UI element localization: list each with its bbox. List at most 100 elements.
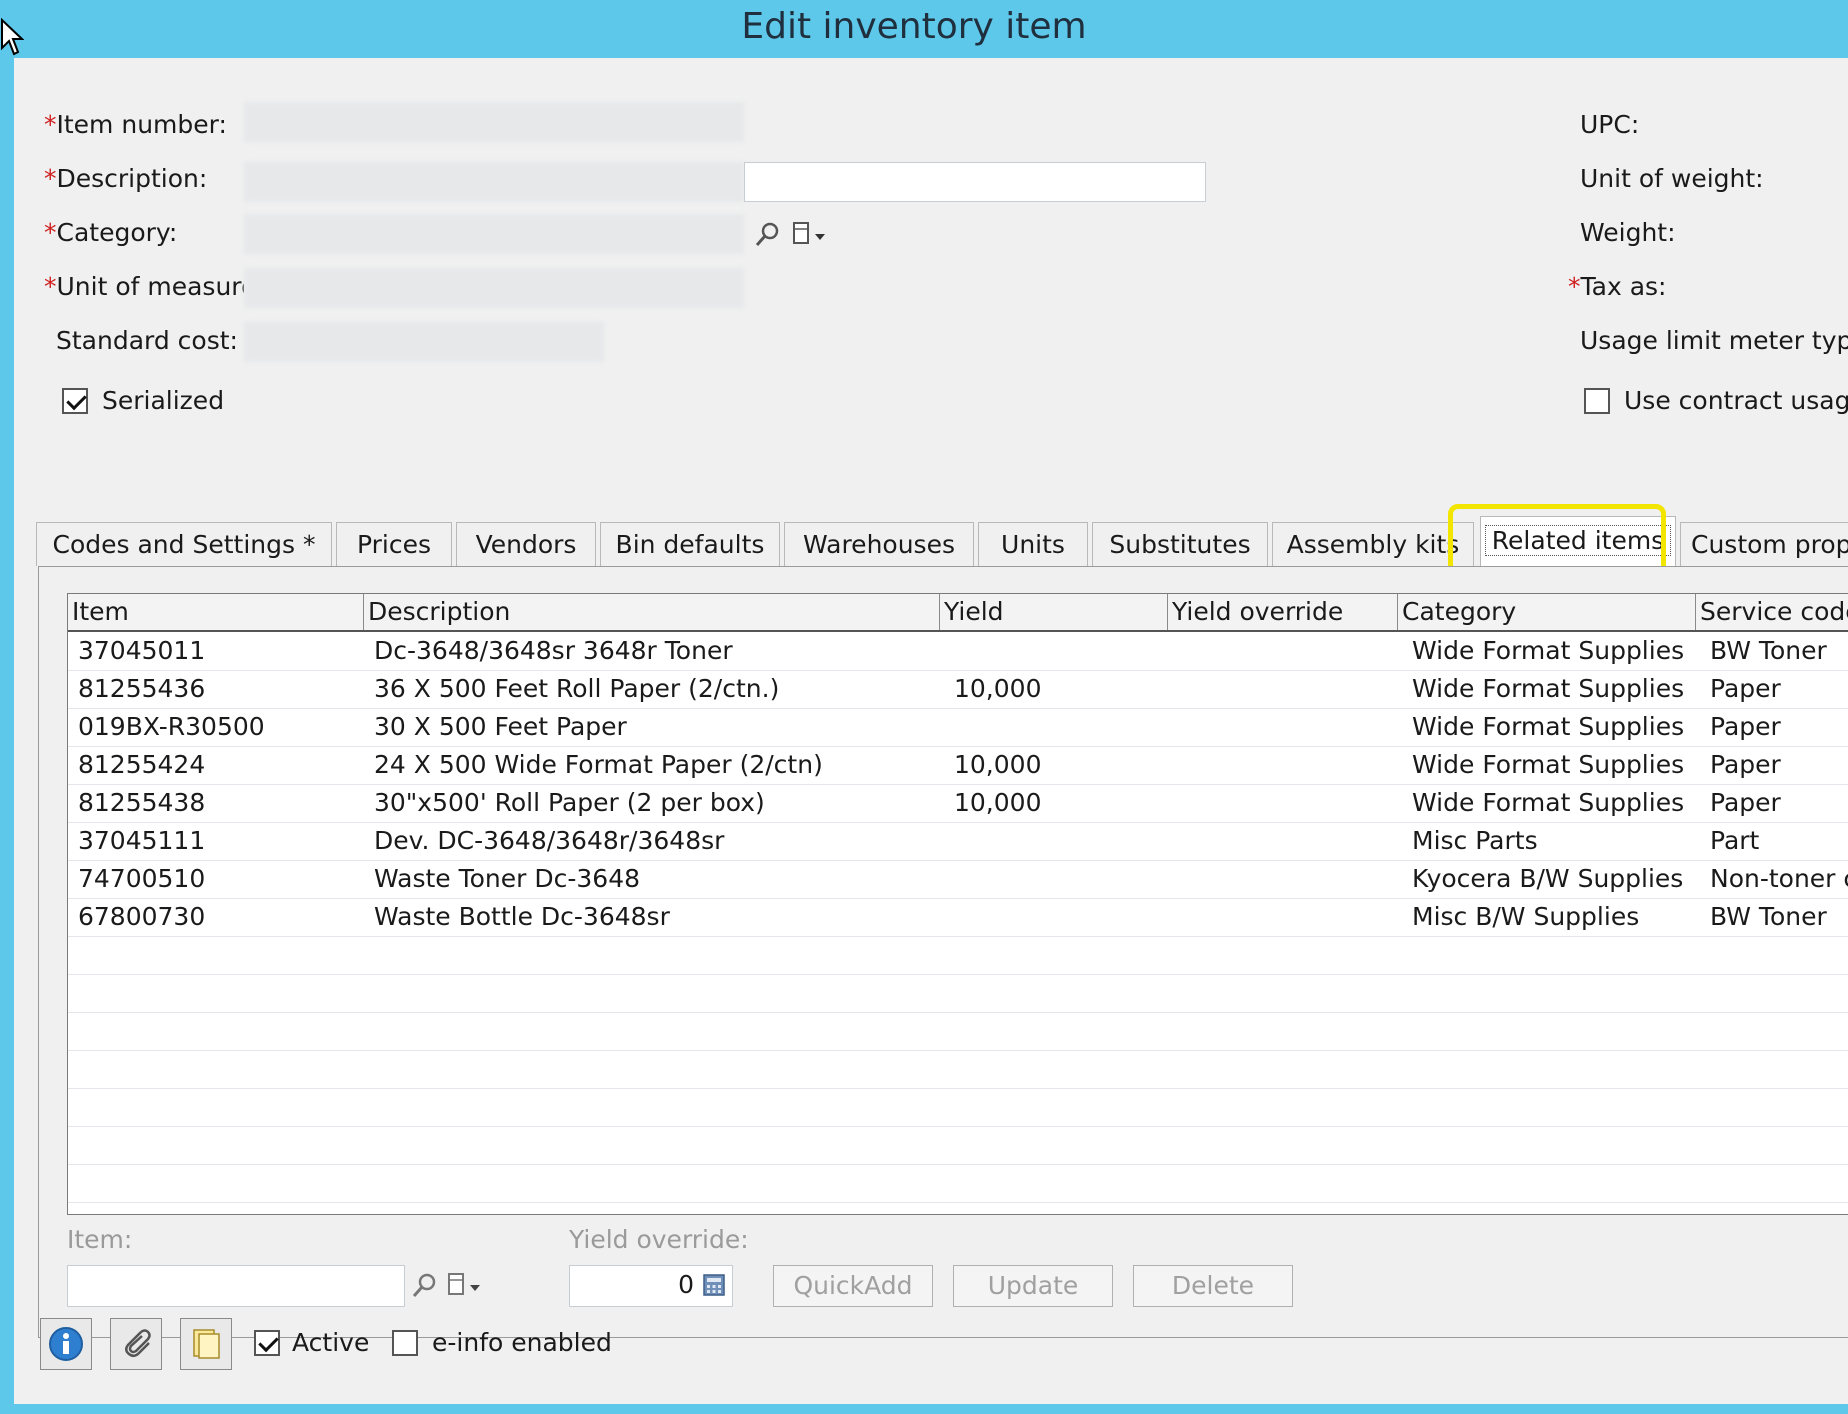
- tab-bin-defaults[interactable]: Bin defaults: [600, 522, 780, 566]
- unit-of-measure-field[interactable]: [244, 268, 744, 308]
- cell-category: Wide Format Supplies: [1412, 674, 1685, 703]
- cell-yield-override: [1172, 898, 1392, 936]
- table-row[interactable]: 74700510 Waste Toner Dc-3648 Kyocera B/W S…: [68, 860, 1848, 899]
- update-button[interactable]: Update: [953, 1265, 1113, 1307]
- category-field[interactable]: [244, 214, 744, 254]
- table-row[interactable]: 67800730 Waste Bottle Dc-3648sr Misc B/W S…: [68, 898, 1848, 937]
- cell-description: 24 X 500 Wide Format Paper (2/ctn): [374, 750, 823, 779]
- title-bar[interactable]: Edit inventory item: [0, 0, 1848, 58]
- cell-yield: 10,000: [954, 788, 1042, 817]
- delete-button[interactable]: Delete: [1133, 1265, 1293, 1307]
- cell-category: Misc Parts: [1412, 826, 1538, 855]
- paperclip-icon: [125, 1329, 151, 1357]
- cell-item: 37045111: [78, 826, 206, 855]
- empty-row: [68, 1088, 1848, 1127]
- cell-category: Wide Format Supplies: [1412, 788, 1685, 817]
- tax-as-label: *Tax as:: [1568, 272, 1667, 301]
- column-header-yield[interactable]: Yield: [940, 594, 1168, 630]
- cell-yield-override: [1172, 746, 1392, 784]
- column-header-item[interactable]: Item: [68, 594, 364, 630]
- cell-item: 74700510: [78, 864, 206, 893]
- table-row[interactable]: 81255436 36 X 500 Feet Roll Paper (2/ctn.…: [68, 670, 1848, 709]
- tab-codes-and-settings[interactable]: Codes and Settings *: [36, 522, 332, 566]
- cell-category: Kyocera B/W Supplies: [1412, 864, 1684, 893]
- cell-yield: [954, 860, 1164, 898]
- use-contract-usage-checkbox[interactable]: [1584, 388, 1610, 414]
- yield-override-editor-label: Yield override:: [569, 1225, 749, 1254]
- cell-category: Misc B/W Supplies: [1412, 902, 1640, 931]
- cell-item: 67800730: [78, 902, 206, 931]
- cell-description: 30 X 500 Feet Paper: [374, 712, 627, 741]
- item-number-field[interactable]: [244, 102, 744, 142]
- cell-description: Dc-3648/3648sr 3648r Toner: [374, 636, 733, 665]
- standard-cost-label: Standard cost:: [56, 326, 238, 355]
- einfo-enabled-checkbox[interactable]: [392, 1330, 418, 1356]
- cell-service-code: Paper: [1710, 674, 1781, 703]
- cell-yield-override: [1172, 670, 1392, 708]
- table-row[interactable]: 37045111 Dev. DC-3648/3648r/3648sr Misc Pa…: [68, 822, 1848, 861]
- calculator-icon[interactable]: [702, 1273, 726, 1297]
- standard-cost-field[interactable]: [244, 322, 604, 362]
- category-label: *Category:: [44, 218, 178, 247]
- description-field[interactable]: [744, 162, 1206, 202]
- active-checkbox[interactable]: [254, 1330, 280, 1356]
- search-icon[interactable]: [752, 220, 782, 250]
- column-header-description[interactable]: Description: [364, 594, 940, 630]
- tab-units[interactable]: Units: [978, 522, 1088, 566]
- cell-service-code: Paper: [1710, 750, 1781, 779]
- table-row[interactable]: 37045011 Dc-3648/3648sr 3648r Toner Wide F…: [68, 632, 1848, 671]
- einfo-enabled-label: e-info enabled: [432, 1328, 612, 1357]
- table-row[interactable]: 019BX-R30500 30 X 500 Feet Paper Wide Form…: [68, 708, 1848, 747]
- column-header-category[interactable]: Category: [1398, 594, 1696, 630]
- document-icon: [193, 1329, 220, 1359]
- cell-yield-override: [1172, 632, 1392, 670]
- description-label: *Description:: [44, 164, 208, 193]
- tab-assembly-kits[interactable]: Assembly kits: [1272, 522, 1474, 566]
- tab-custom-properties[interactable]: Custom properties: [1680, 522, 1848, 566]
- notes-button[interactable]: [180, 1318, 232, 1370]
- tab-substitutes[interactable]: Substitutes: [1092, 522, 1268, 566]
- empty-row: [68, 1164, 1848, 1203]
- description-blurred: [244, 162, 744, 202]
- lookup-dropdown-icon[interactable]: [790, 220, 830, 250]
- tab-vendors[interactable]: Vendors: [456, 522, 596, 566]
- related-items-grid: Item Description Yield Yield override Ca…: [67, 593, 1848, 1215]
- table-row[interactable]: 81255424 24 X 500 Wide Format Paper (2/ct…: [68, 746, 1848, 785]
- attachment-button[interactable]: [110, 1318, 162, 1370]
- cell-yield: [954, 898, 1164, 936]
- weight-label: Weight:: [1580, 218, 1676, 247]
- item-editor-input[interactable]: [67, 1265, 405, 1307]
- tab-warehouses[interactable]: Warehouses: [784, 522, 974, 566]
- quickadd-button[interactable]: QuickAdd: [773, 1265, 933, 1307]
- cell-category: Wide Format Supplies: [1412, 750, 1685, 779]
- cell-item: 37045011: [78, 636, 206, 665]
- cell-category: Wide Format Supplies: [1412, 636, 1685, 665]
- item-search-icon[interactable]: [409, 1271, 439, 1301]
- cell-yield-override: [1172, 860, 1392, 898]
- cell-item: 81255424: [78, 750, 206, 779]
- cell-service-code: Paper: [1710, 788, 1781, 817]
- use-contract-usage-label: Use contract usage: [1624, 386, 1848, 415]
- tab-prices[interactable]: Prices: [336, 522, 452, 566]
- unit-of-measure-label: *Unit of measure: [44, 272, 244, 301]
- cell-yield: [954, 708, 1164, 746]
- cell-category: Wide Format Supplies: [1412, 712, 1685, 741]
- column-header-service-code[interactable]: Service code: [1696, 594, 1848, 630]
- empty-row: [68, 936, 1848, 975]
- table-row[interactable]: 81255438 30"x500' Roll Paper (2 per box) 1…: [68, 784, 1848, 823]
- cell-service-code: BW Toner: [1710, 902, 1827, 931]
- serialized-checkbox[interactable]: [62, 388, 88, 414]
- info-button[interactable]: [40, 1318, 92, 1370]
- column-header-yield-override[interactable]: Yield override: [1168, 594, 1398, 630]
- cell-description: 36 X 500 Feet Roll Paper (2/ctn.): [374, 674, 780, 703]
- item-lookup-dropdown-icon[interactable]: [445, 1271, 485, 1301]
- item-number-label: *Item number:: [44, 110, 227, 139]
- yield-override-input[interactable]: 0: [569, 1265, 733, 1307]
- cell-yield: 10,000: [954, 750, 1042, 779]
- cell-item: 81255436: [78, 674, 206, 703]
- cell-service-code: Non-toner c: [1710, 864, 1848, 893]
- window-title: Edit inventory item: [741, 6, 1087, 47]
- info-icon: [49, 1327, 83, 1361]
- cell-item: 019BX-R30500: [78, 712, 265, 741]
- active-label: Active: [292, 1328, 370, 1357]
